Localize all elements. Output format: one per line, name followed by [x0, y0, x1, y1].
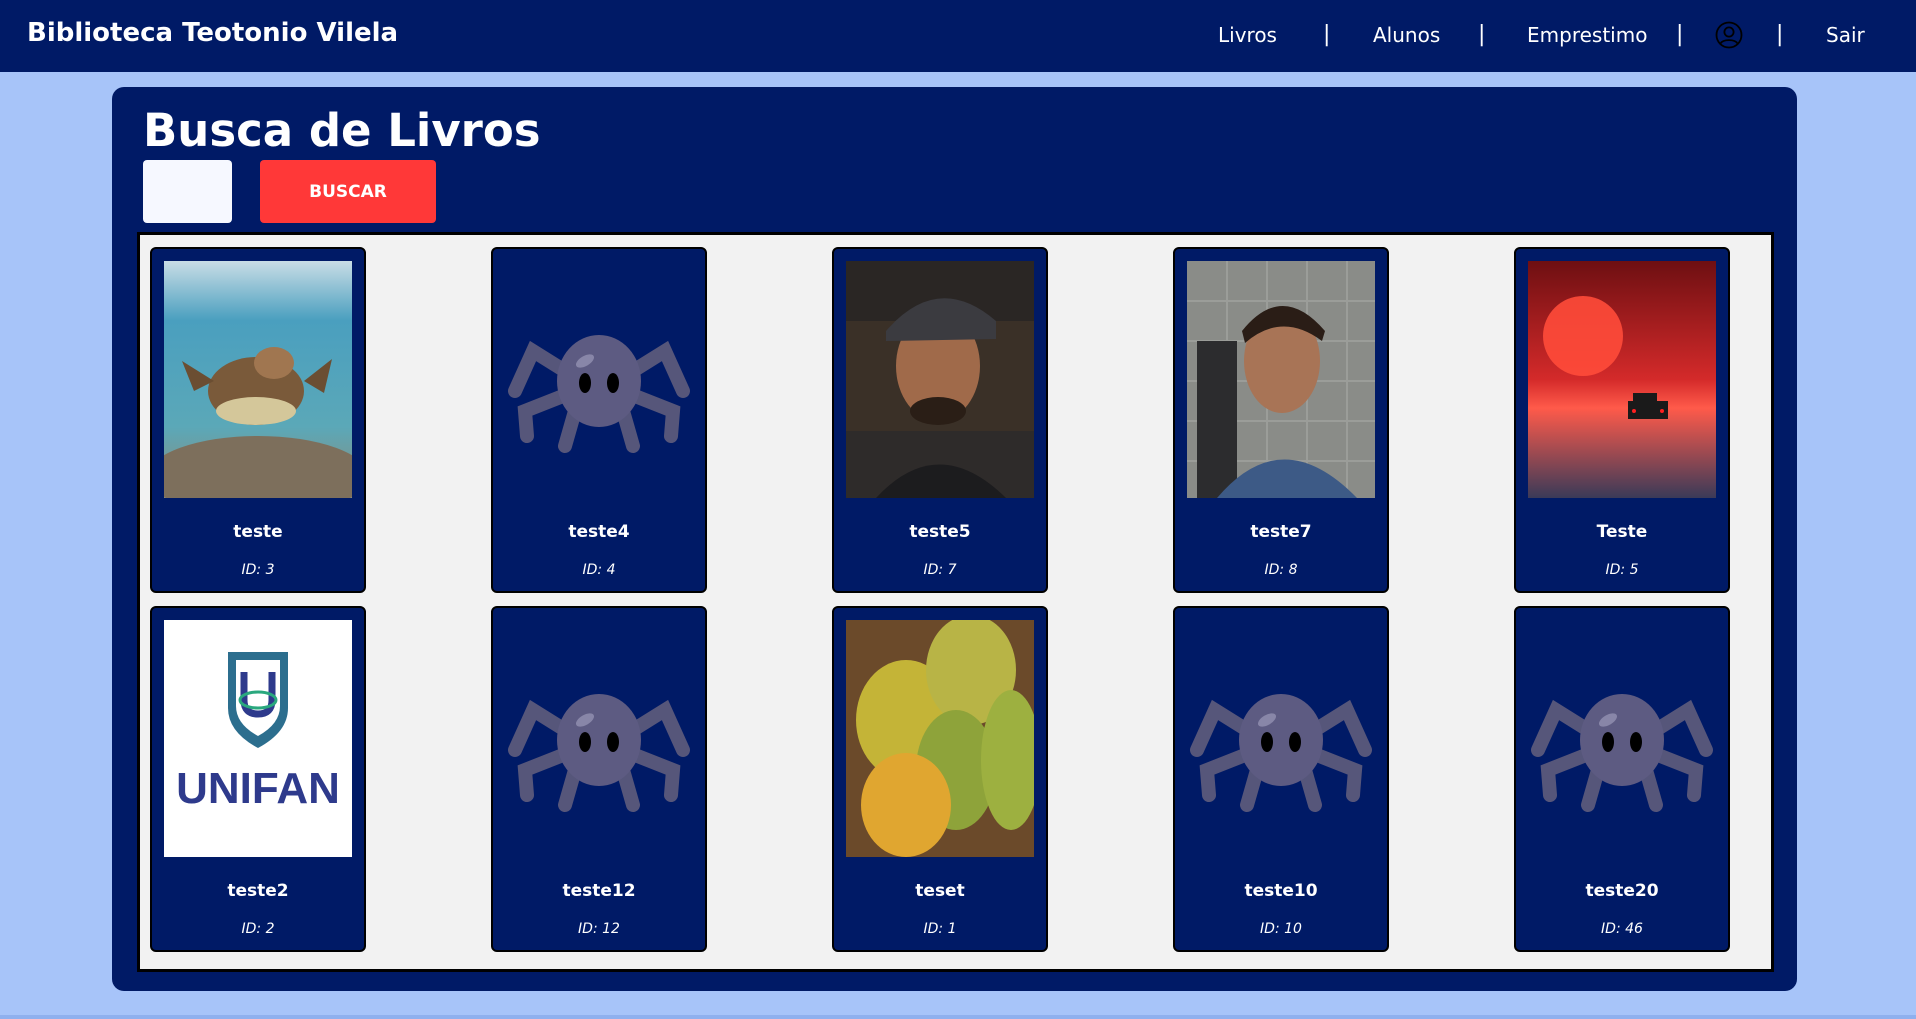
unifan-logo-text: UNIFAN: [176, 764, 340, 813]
page-title: Busca de Livros: [143, 104, 541, 157]
books-grid: teste ID: 3 teste4 ID: 4 teste5 ID: 7 te…: [137, 232, 1774, 972]
nav-separator: |: [1776, 22, 1784, 47]
spider-placeholder-icon: [1528, 620, 1716, 857]
unifan-logo: UNIFAN: [164, 620, 352, 857]
search-panel: Busca de Livros BUSCAR teste ID: 3 teste…: [112, 87, 1797, 991]
book-title: teste12: [562, 881, 636, 901]
spider-placeholder-icon: [505, 261, 693, 498]
bottom-edge: [0, 1015, 1916, 1019]
search-input[interactable]: [143, 160, 232, 223]
user-circle-icon[interactable]: [1715, 21, 1743, 49]
nav-alunos-link[interactable]: Alunos: [1373, 23, 1440, 47]
book-card[interactable]: teste20 ID: 46: [1514, 606, 1730, 952]
book-card[interactable]: teste10 ID: 10: [1173, 606, 1389, 952]
book-title: teste20: [1585, 881, 1659, 901]
book-id: ID: 3: [241, 562, 275, 578]
book-title: teste4: [568, 522, 630, 542]
book-title: teste10: [1244, 881, 1318, 901]
book-card[interactable]: teste4 ID: 4: [491, 247, 707, 593]
spider-placeholder-icon: [1187, 620, 1375, 857]
book-id: ID: 1: [923, 921, 957, 937]
sea-turtle-photo: [164, 261, 352, 498]
red-sky-car-photo: [1528, 261, 1716, 498]
book-title: teset: [915, 881, 965, 901]
nav-emprestimo-link[interactable]: Emprestimo: [1527, 23, 1647, 47]
spider-placeholder-icon: [505, 620, 693, 857]
book-title: teste5: [909, 522, 971, 542]
book-card[interactable]: teste12 ID: 12: [491, 606, 707, 952]
book-id: ID: 7: [923, 562, 957, 578]
mangoes-photo: [846, 620, 1034, 857]
book-card[interactable]: teste7 ID: 8: [1173, 247, 1389, 593]
brand-title: Biblioteca Teotonio Vilela: [27, 18, 399, 48]
book-id: ID: 2: [241, 921, 275, 937]
book-id: ID: 5: [1605, 562, 1639, 578]
nav-separator: |: [1676, 22, 1684, 47]
book-id: ID: 8: [1264, 562, 1298, 578]
book-id: ID: 46: [1601, 921, 1643, 937]
nav-livros-link[interactable]: Livros: [1218, 23, 1277, 47]
book-card[interactable]: teste ID: 3: [150, 247, 366, 593]
book-id: ID: 12: [578, 921, 620, 937]
book-id: ID: 4: [582, 562, 616, 578]
top-navbar: Biblioteca Teotonio Vilela Livros | Alun…: [0, 0, 1916, 72]
nav-separator: |: [1323, 22, 1331, 47]
book-title: teste2: [227, 881, 289, 901]
nav-sair-link[interactable]: Sair: [1826, 23, 1865, 47]
book-card[interactable]: teset ID: 1: [832, 606, 1048, 952]
book-card[interactable]: UNIFAN teste2 ID: 2: [150, 606, 366, 952]
book-title: teste7: [1250, 522, 1312, 542]
book-card[interactable]: Teste ID: 5: [1514, 247, 1730, 593]
man-portrait-photo: [1187, 261, 1375, 498]
book-title: teste: [233, 522, 283, 542]
book-title: Teste: [1596, 522, 1648, 542]
nav-separator: |: [1478, 22, 1486, 47]
search-button[interactable]: BUSCAR: [260, 160, 436, 223]
man-with-cap-photo: [846, 261, 1034, 498]
book-id: ID: 10: [1260, 921, 1302, 937]
book-card[interactable]: teste5 ID: 7: [832, 247, 1048, 593]
